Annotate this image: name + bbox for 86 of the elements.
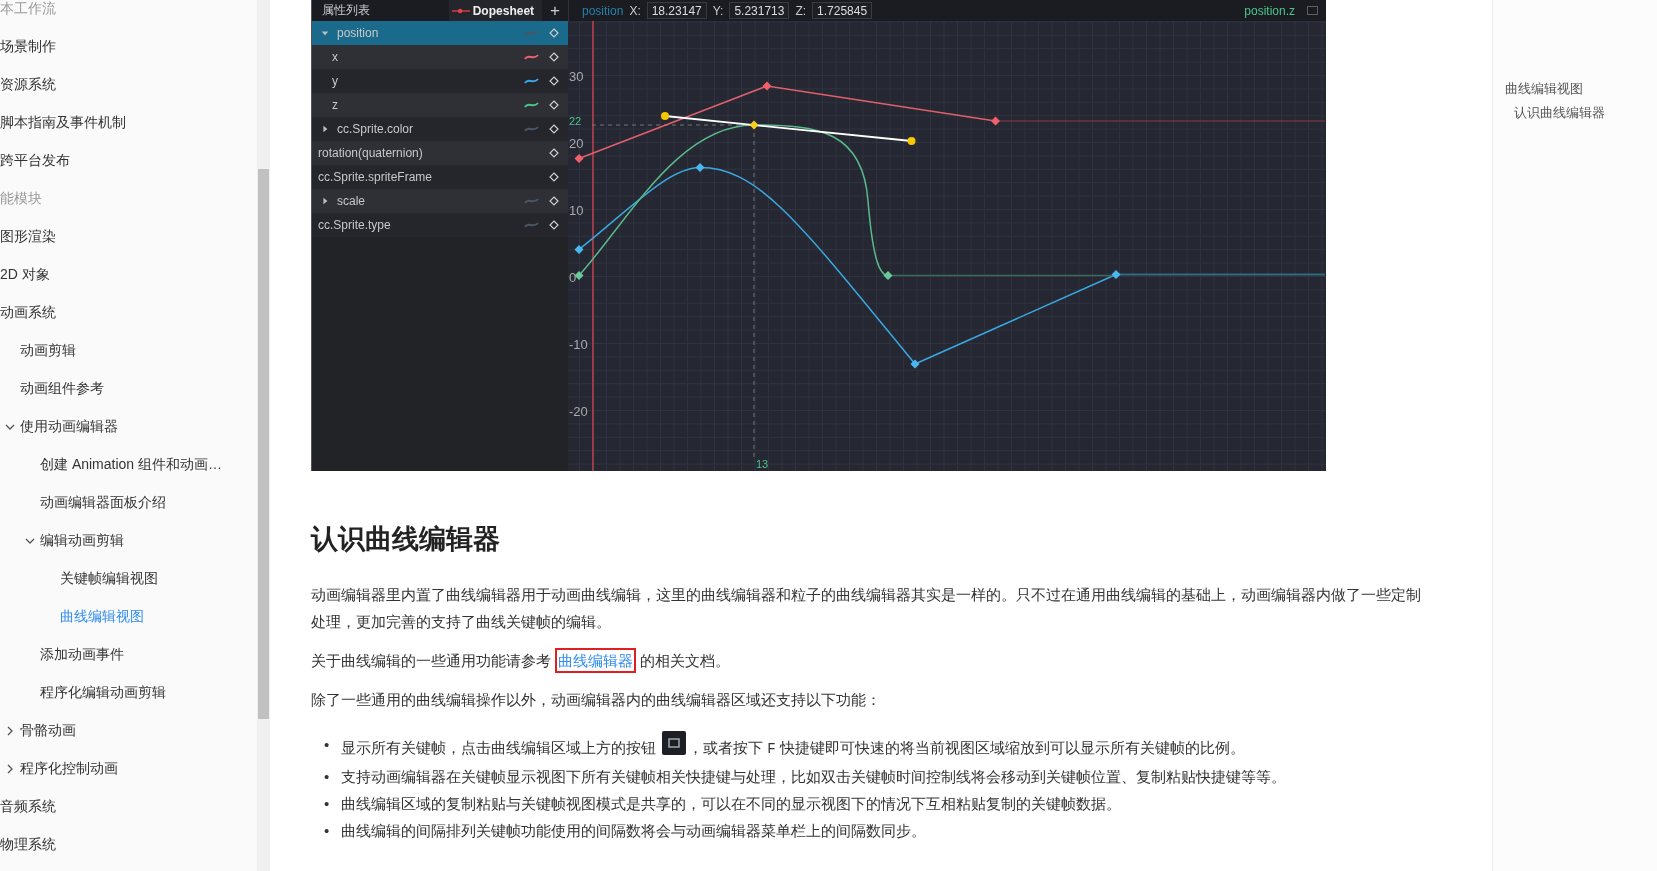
nav-link[interactable]: 脚本指南及事件机制 [0, 114, 126, 132]
axis-label: 20 [569, 135, 584, 151]
bullet-marker: • [324, 767, 331, 787]
toc-link[interactable]: 认识曲线编辑器 [1505, 104, 1657, 122]
property-row[interactable]: y [312, 69, 568, 93]
property-row[interactable]: z [312, 93, 568, 117]
keyframe-diamond-icon[interactable] [549, 196, 559, 206]
scrollbar-thumb[interactable] [258, 169, 269, 719]
value-field[interactable]: 18.23147 [646, 2, 707, 19]
nav-link[interactable]: 跨平台发布 [0, 152, 70, 170]
dopesheet-button[interactable]: Dopesheet [448, 0, 543, 21]
nav-link[interactable]: 骨骼动画 [20, 722, 76, 740]
nav-link[interactable]: 物理系统 [0, 836, 56, 854]
nav-link[interactable]: 资源系统 [0, 76, 56, 94]
axis-label: -20 [569, 403, 588, 419]
keyframe-diamond-icon[interactable] [549, 52, 559, 62]
keyframe-diamond-icon[interactable] [549, 76, 559, 86]
nav-link[interactable]: 编辑动画剪辑 [40, 532, 124, 550]
nav-link[interactable]: 图形渲染 [0, 228, 56, 246]
keyframe-diamond-icon[interactable] [549, 172, 559, 182]
axis-label: 10 [569, 202, 584, 218]
value-label: 22 [569, 115, 582, 127]
property-label: y [331, 74, 339, 88]
keyframe-diamond-icon[interactable] [549, 124, 559, 134]
nav-link[interactable]: 程序化编辑动画剪辑 [40, 684, 166, 702]
property-row[interactable]: scale [312, 189, 568, 213]
section-heading: 认识曲线编辑器 [311, 523, 501, 556]
field-label: Y: [712, 3, 724, 18]
property-row[interactable]: cc.Sprite.type [312, 213, 568, 237]
nav-link[interactable]: 场景制作 [0, 38, 56, 56]
property-label: z [331, 98, 339, 112]
bullet-marker: • [324, 794, 331, 814]
keyframe-diamond-icon[interactable] [549, 220, 559, 230]
bullet-text: 支持动画编辑器在关键帧显示视图下所有关键帧相关快捷键与处理，比如双击关键帧时间控制线将会移动到关键帧位置、复制粘贴快捷键等等。 [341, 767, 1286, 787]
nav-link[interactable]: 程序化控制动画 [20, 760, 118, 778]
nav-link[interactable]: 关键帧编辑视图 [60, 570, 158, 588]
property-row[interactable]: rotation(quaternion) [312, 141, 568, 165]
disclosure-triangle-icon[interactable] [321, 125, 329, 133]
nav-link[interactable]: 创建 Animation 组件和动画… [40, 456, 223, 474]
nav-link[interactable]: 动画组件参考 [20, 380, 104, 398]
keyframe-line-icon [451, 6, 470, 15]
paragraph: 关于曲线编辑的一些通用功能请参考 曲线编辑器 的相关文档。 [311, 647, 1421, 674]
property-label: x [331, 50, 339, 64]
property-label: position [337, 26, 380, 40]
axis-label: 0 [569, 269, 577, 285]
property-label: cc.Sprite.color [337, 122, 415, 136]
disclosure-triangle-icon[interactable] [321, 197, 329, 205]
property-label: cc.Sprite.spriteFrame [317, 170, 434, 184]
bullet-text: 显示所有关键帧，点击曲线编辑区域上方的按钮 ，或者按下 F 快捷键即可快速的将当前视图区域缩放到可以显示所有关键帧的比例。 [341, 731, 1245, 763]
bullet-marker: • [324, 735, 331, 755]
property-label: scale [337, 194, 366, 208]
field-label: X: [629, 3, 641, 18]
frame-label: 13 [756, 458, 769, 470]
bullet-text: 曲线编辑区域的复制粘贴与关键帧视图模式是共享的，可以在不同的显示视图下的情况下互相粘贴复制的关键帧数据。 [341, 794, 1121, 814]
axis-label: -10 [569, 336, 588, 352]
property-name: position [582, 3, 624, 18]
bullet-marker: • [324, 821, 331, 841]
value-field[interactable]: 1.725845 [812, 2, 873, 19]
nav-link[interactable]: 添加动画事件 [40, 646, 124, 664]
bullet-text: 曲线编辑的间隔排列关键帧功能使用的间隔数将会与动画编辑器菜单栏上的间隔数同步。 [341, 821, 926, 841]
paragraph: 动画编辑器里内置了曲线编辑器用于动画曲线编辑，这里的曲线编辑器和粒子的曲线编辑器其实是一样的。只不过在通用曲线编辑的基础上，动画编辑器内做了一些定制处理，更加完善的支持了曲线关键帧的编辑。 [311, 585, 1421, 632]
property-label: cc.Sprite.type [317, 218, 392, 232]
fit-view-icon[interactable] [662, 731, 687, 755]
value-field[interactable]: 5.231713 [729, 2, 790, 19]
nav-link[interactable]: 2D 对象 [0, 266, 50, 284]
property-row[interactable]: x [312, 45, 568, 69]
nav-link[interactable]: 音频系统 [0, 798, 56, 816]
nav-link[interactable]: 使用动画编辑器 [20, 418, 118, 436]
paragraph: 除了一些通用的曲线编辑操作以外，动画编辑器内的曲线编辑器区域还支持以下功能： [311, 690, 882, 710]
add-button[interactable]: + [542, 2, 568, 19]
nav-link[interactable]: 动画剪辑 [20, 342, 76, 360]
curve-name: position.z [1244, 3, 1295, 18]
axis-label: 30 [569, 68, 584, 84]
field-label: Z: [795, 3, 807, 18]
nav-section-heading: 能模块 [0, 190, 42, 208]
nav-section-heading: 本工作流 [0, 0, 56, 18]
nav-link[interactable]: 动画系统 [0, 304, 56, 322]
keyframe-diamond-icon[interactable] [549, 100, 559, 110]
toc-link[interactable]: 曲线编辑视图 [1505, 80, 1657, 98]
panel-title: 属性列表 [322, 2, 371, 19]
property-label: rotation(quaternion) [317, 146, 424, 160]
property-row[interactable]: cc.Sprite.color [312, 117, 568, 141]
doc-link[interactable]: 曲线编辑器 [555, 648, 637, 673]
property-row[interactable]: cc.Sprite.spriteFrame [312, 165, 568, 189]
nav-link[interactable]: 动画编辑器面板介绍 [40, 494, 166, 512]
keyframe-diamond-icon[interactable] [549, 148, 559, 158]
